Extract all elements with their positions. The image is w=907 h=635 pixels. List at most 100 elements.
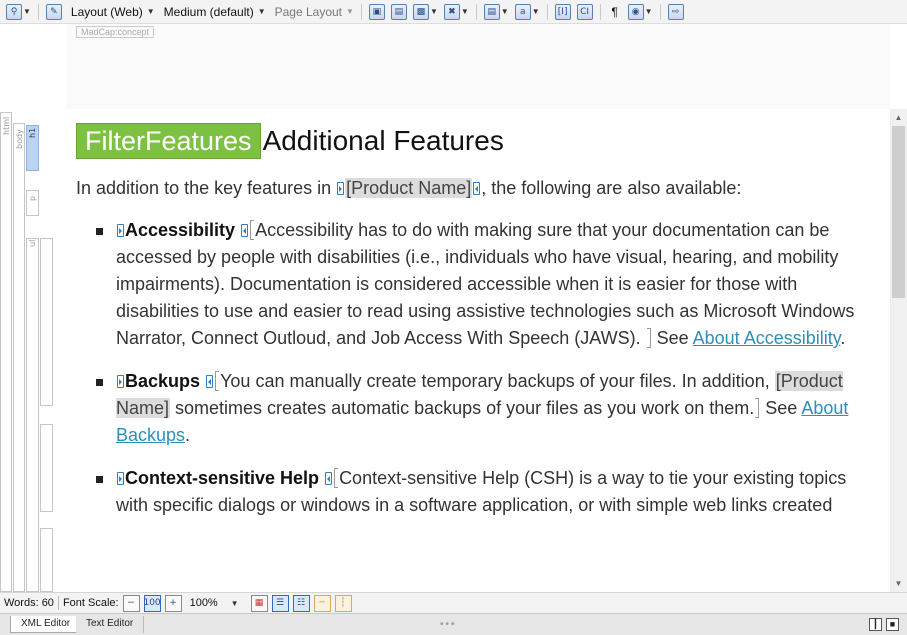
show-structure-bars-top-button[interactable]: ☷ <box>292 594 310 612</box>
list-item[interactable]: Backups You can manually create temporar… <box>76 368 862 449</box>
track-changes-button[interactable]: ◉ ▼ <box>626 2 655 22</box>
text-bracket-icon <box>334 468 339 488</box>
font-scale-label: Font Scale: <box>62 597 119 609</box>
chevron-down-icon: ▼ <box>23 7 31 16</box>
markers-icon: ▩ <box>412 3 429 20</box>
text-format-button[interactable]: a ▼ <box>513 2 542 22</box>
show-structure-bars-left-button[interactable]: ☰ <box>271 594 289 612</box>
structure-bar-ul[interactable]: ul <box>26 238 39 592</box>
structure-bar-p[interactable]: p <box>26 190 39 216</box>
vertical-ruler-button[interactable]: ┆ <box>334 594 352 612</box>
variables-button[interactable]: ▤ ▼ <box>482 2 511 22</box>
editor-toolbar: ⚲ ▼ ✎ Layout (Web) ▼ Medium (default) ▼ Pag… <box>0 0 907 24</box>
toolbar-separator <box>360 3 362 20</box>
feature-term: Accessibility <box>125 220 236 240</box>
xml-editor-area: MadCap:concept html body h1 p ul FilterF… <box>0 24 907 592</box>
toolbar-separator <box>659 3 661 20</box>
text-bracket-icon <box>215 371 220 391</box>
show-changes-button[interactable]: ▤ <box>389 2 409 22</box>
chevron-down-icon: ▼ <box>346 7 354 16</box>
structure-label-body: body <box>15 129 24 149</box>
show-paragraph-marks-button[interactable]: ¶ <box>606 2 624 22</box>
variable-start-marker-icon <box>337 182 345 195</box>
structure-bar-body[interactable]: body <box>13 123 25 592</box>
show-tags-button[interactable]: ▣ <box>367 2 387 22</box>
structure-bar-li[interactable] <box>40 424 53 512</box>
show-conditions-button[interactable]: CI <box>575 2 595 22</box>
editor-top-margin <box>66 24 890 109</box>
intro-paragraph[interactable]: In addition to the key features in [Prod… <box>76 175 862 202</box>
medium-dropdown[interactable]: Medium (default) ▼ <box>159 2 268 22</box>
chevron-down-icon: ▼ <box>531 7 540 16</box>
period: . <box>840 328 846 348</box>
document-icon: ▤ <box>483 3 500 20</box>
zoom-reset-button[interactable]: 100 <box>143 594 161 612</box>
show-markers-button[interactable]: ▩ ▼ <box>411 2 440 22</box>
split-vertical-button[interactable]: ┃ <box>869 618 882 631</box>
text-bracket-icon <box>755 398 760 418</box>
about-accessibility-link[interactable]: About Accessibility <box>693 328 841 348</box>
toolbar-separator <box>546 3 548 20</box>
splitter-grip-icon[interactable]: ••• <box>440 619 457 630</box>
show-spans-button[interactable]: [I] <box>553 2 573 22</box>
preview-button[interactable]: ⚲ ▼ <box>4 2 33 22</box>
see-text: See <box>760 398 802 418</box>
xml-tag-label: MadCap:concept <box>76 26 155 38</box>
scrollbar-thumb[interactable] <box>892 126 905 298</box>
document-content[interactable]: FilterFeatures Additional Features In ad… <box>66 109 890 592</box>
intro-text-after: , the following are also available: <box>481 178 742 198</box>
magnifier-icon: ⚲ <box>6 3 22 20</box>
scroll-down-arrow-icon[interactable]: ▼ <box>890 575 907 592</box>
structure-bar-li[interactable] <box>40 528 53 592</box>
filter-features-condition-tag[interactable]: FilterFeatures <box>76 123 261 159</box>
feature-description-after: sometimes creates automatic backups of y… <box>170 398 755 418</box>
toolbar-separator <box>599 3 601 20</box>
span-start-marker-icon <box>117 472 124 485</box>
list-item[interactable]: Accessibility Accessibility has to do wi… <box>76 217 862 352</box>
page-title-text: Additional Features <box>262 125 504 156</box>
insert-icon: ⇨ <box>667 3 684 20</box>
layout-mode-dropdown[interactable]: Layout (Web) ▼ <box>66 2 157 22</box>
page-title[interactable]: FilterFeatures Additional Features <box>76 123 862 159</box>
features-list: Accessibility Accessibility has to do wi… <box>76 217 862 519</box>
span-end-marker-icon <box>206 375 214 388</box>
structure-bar-li[interactable] <box>40 238 53 406</box>
insert-button[interactable]: ⇨ <box>666 2 686 22</box>
zoom-out-button[interactable]: − <box>122 594 140 612</box>
structure-bar-html[interactable]: html <box>0 112 12 592</box>
editor-tabs-bar: XML Editor Text Editor ••• ┃ ■ <box>0 613 907 635</box>
text-icon: a <box>514 3 531 20</box>
changes-icon: ▤ <box>390 3 407 20</box>
span-start-marker-icon <box>117 224 124 237</box>
see-text: See <box>651 328 693 348</box>
feature-term: Backups <box>125 371 201 391</box>
zoom-dropdown-chevron-icon[interactable]: ▼ <box>231 599 239 608</box>
color-grid-button[interactable]: ▦ <box>250 594 268 612</box>
brush-icon: ✎ <box>45 3 62 20</box>
product-name-variable[interactable]: [Product Name] <box>345 178 473 198</box>
zoom-in-button[interactable]: + <box>164 594 182 612</box>
vertical-scrollbar[interactable]: ▲ ▼ <box>890 109 907 592</box>
status-separator <box>57 596 59 610</box>
zoom-level: 100% <box>189 597 218 609</box>
tab-text-editor[interactable]: Text Editor <box>76 616 145 633</box>
format-painter-button[interactable]: ✎ <box>44 2 64 22</box>
split-horizontal-button[interactable]: ■ <box>886 618 899 631</box>
list-item[interactable]: Context-sensitive Help Context-sensitive… <box>76 465 862 519</box>
structure-bar-h1[interactable]: h1 <box>26 125 39 171</box>
horizontal-ruler-button[interactable]: ┄ <box>313 594 331 612</box>
tags-icon: ▣ <box>368 3 385 20</box>
tab-xml-editor[interactable]: XML Editor <box>10 616 82 633</box>
toolbar-separator <box>37 3 39 20</box>
page-layout-dropdown[interactable]: Page Layout ▼ <box>270 2 356 22</box>
text-bracket-icon <box>250 220 255 240</box>
chevron-down-icon: ▼ <box>257 7 266 16</box>
conditions-button[interactable]: ✖ ▼ <box>442 2 471 22</box>
pilcrow-icon: ¶ <box>611 4 618 19</box>
word-count: Words: 60 <box>4 597 54 609</box>
structure-label-h1: h1 <box>28 127 37 138</box>
ci-icon: CI <box>576 3 593 20</box>
scroll-up-arrow-icon[interactable]: ▲ <box>890 109 907 126</box>
layout-mode-label: Layout (Web) <box>70 4 143 19</box>
chevron-down-icon: ▼ <box>146 7 155 16</box>
